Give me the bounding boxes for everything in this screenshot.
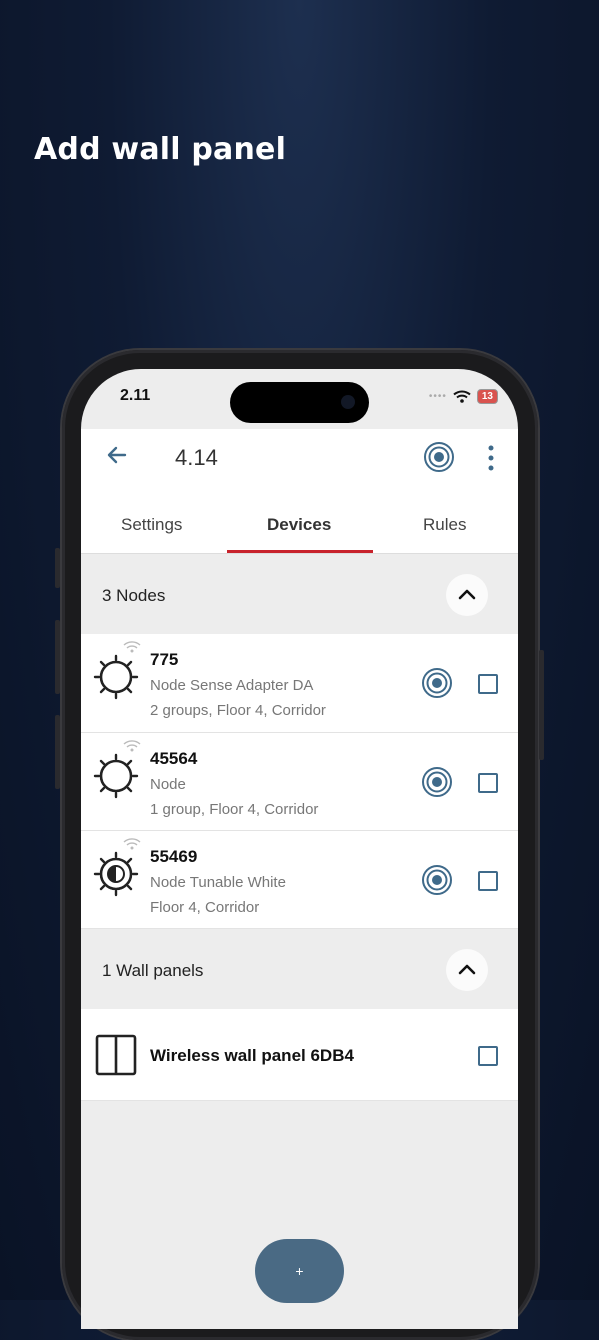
target-icon[interactable] <box>421 766 453 798</box>
half-sun-icon <box>93 851 139 897</box>
tab-settings[interactable]: Settings <box>121 515 182 535</box>
node-type: Node <box>150 776 186 793</box>
node-row[interactable]: 775 Node Sense Adapter DA 2 groups, Floo… <box>81 634 518 733</box>
wifi-status-icon <box>453 390 471 403</box>
node-type: Node Tunable White <box>150 874 286 891</box>
phone-screen: 2.11 •••• 13 4.14 Settings Devices Rules… <box>81 369 518 1329</box>
wifi-icon <box>123 641 141 653</box>
node-name: 45564 <box>150 749 198 768</box>
tab-bar: Settings Devices Rules <box>81 489 518 554</box>
target-icon[interactable] <box>421 864 453 896</box>
dynamic-island <box>230 382 369 423</box>
chevron-up-icon <box>458 964 476 975</box>
wall-panels-section-header: 1 Wall panels <box>81 929 518 1009</box>
page-headline: Add wall panel <box>34 132 287 167</box>
node-row[interactable]: 55469 Node Tunable White Floor 4, Corrid… <box>81 831 518 929</box>
add-button[interactable]: + <box>255 1239 344 1303</box>
phone-power-button <box>539 650 544 760</box>
more-vertical-icon <box>488 445 494 471</box>
target-icon[interactable] <box>421 667 453 699</box>
active-tab-indicator <box>227 550 373 553</box>
chevron-up-icon <box>458 589 476 600</box>
nodes-section-label: 3 Nodes <box>102 586 166 605</box>
wifi-icon <box>123 838 141 850</box>
status-icons: •••• 13 <box>429 389 498 404</box>
phone-volume-up <box>55 620 60 694</box>
wifi-icon <box>123 740 141 752</box>
page-title: 4.14 <box>175 445 218 470</box>
collapse-wall-panels-button[interactable] <box>446 949 488 991</box>
phone-volume-down <box>55 715 60 789</box>
wall-panel-icon <box>95 1034 137 1076</box>
nodes-section-header: 3 Nodes <box>81 554 518 634</box>
wall-panel-checkbox[interactable] <box>478 1046 498 1066</box>
target-icon <box>424 442 454 472</box>
battery-indicator: 13 <box>476 389 498 404</box>
wall-panel-row[interactable]: Wireless wall panel 6DB4 <box>81 1009 518 1101</box>
collapse-nodes-button[interactable] <box>446 574 488 616</box>
camera <box>341 395 355 409</box>
node-location: 1 group, Floor 4, Corridor <box>150 801 319 818</box>
node-checkbox[interactable] <box>478 871 498 891</box>
phone-mute-switch <box>55 548 60 588</box>
sun-icon <box>93 753 139 799</box>
status-time: 2.11 <box>120 387 151 404</box>
app-bar: 4.14 <box>81 429 518 489</box>
sun-icon <box>93 654 139 700</box>
back-button[interactable] <box>105 443 129 474</box>
identify-all-button[interactable] <box>423 441 455 478</box>
node-type: Node Sense Adapter DA <box>150 677 314 694</box>
tab-devices[interactable]: Devices <box>267 515 331 535</box>
tab-rules[interactable]: Rules <box>423 515 466 535</box>
wall-panel-name: Wireless wall panel 6DB4 <box>150 1046 354 1065</box>
node-name: 775 <box>150 650 179 669</box>
node-name: 55469 <box>150 847 198 866</box>
more-options-button[interactable] <box>485 445 497 476</box>
node-checkbox[interactable] <box>478 674 498 694</box>
node-location: 2 groups, Floor 4, Corridor <box>150 702 326 719</box>
arrow-left-icon <box>107 446 127 464</box>
node-row[interactable]: 45564 Node 1 group, Floor 4, Corridor <box>81 733 518 831</box>
cellular-signal-icon: •••• <box>428 391 447 402</box>
node-checkbox[interactable] <box>478 773 498 793</box>
node-location: Floor 4, Corridor <box>150 899 260 916</box>
wall-panels-section-label: 1 Wall panels <box>102 961 204 980</box>
